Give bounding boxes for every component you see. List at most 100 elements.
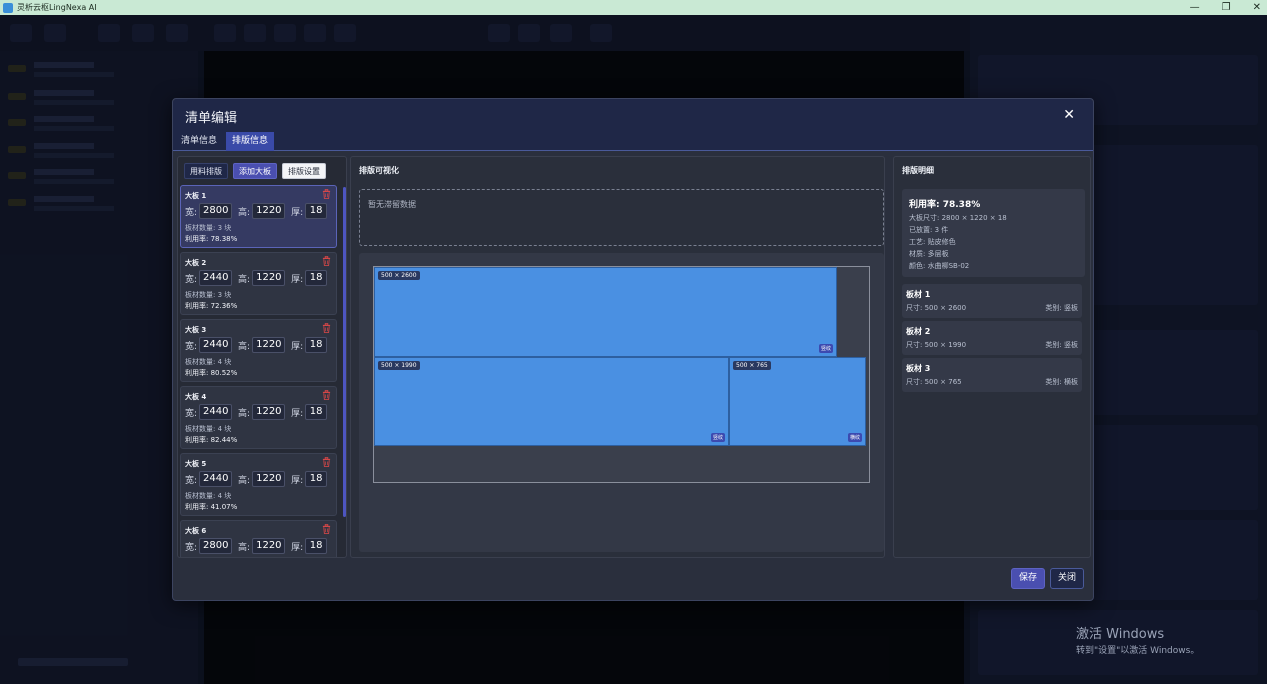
list-edit-dialog: 清单编辑 ✕ 清单信息 排版信息 用料排版 添加大板 排版设置 大板 1 宽: 28… (172, 98, 1094, 601)
trash-icon[interactable] (322, 323, 331, 333)
slab-card[interactable]: 大板 1 宽: 2800 高: 1220 厚: 18 板材数量: 3 块利用率: 78.38% (180, 185, 337, 248)
empty-hint: 暂无滞留数据 (368, 200, 416, 209)
slab-name: 大板 6 (185, 527, 207, 535)
width-label: 宽: (185, 475, 198, 486)
height-label: 高: (238, 542, 251, 553)
slab-utilization: 利用率: 78.38% (185, 235, 238, 243)
slab-dimensions: 宽: 2440 高: 1220 厚: 18 (185, 404, 328, 420)
thickness-label: 厚: (291, 341, 304, 352)
pending-drop-zone[interactable]: 暂无滞留数据 (359, 189, 884, 246)
summary-line: 材质: 多层板 (909, 250, 949, 258)
width-input[interactable]: 2440 (199, 270, 233, 286)
add-slab-button[interactable]: 添加大板 (233, 163, 277, 179)
summary-line: 已放置: 3 件 (909, 226, 949, 234)
slab-list: 大板 1 宽: 2800 高: 1220 厚: 18 板材数量: 3 块利用率: 78.38%… (180, 185, 338, 557)
close-icon[interactable]: ✕ (1063, 107, 1075, 123)
slab-card[interactable]: 大板 3 宽: 2440 高: 1220 厚: 18 板材数量: 4 块利用率: 80.52% (180, 319, 337, 382)
slab-dimensions: 宽: 2440 高: 1220 厚: 18 (185, 337, 328, 353)
piece-name: 板材 2 (906, 327, 931, 336)
height-input[interactable]: 1220 (252, 471, 286, 487)
trash-icon[interactable] (322, 457, 331, 467)
tab-layout-info[interactable]: 排版信息 (226, 132, 275, 151)
windows-activation-watermark: 激活 Windows 转到"设置"以激活 Windows。 (1076, 623, 1199, 656)
minimize-icon[interactable]: — (1190, 2, 1200, 13)
summary-line: 颜色: 水曲柳SB-02 (909, 262, 970, 270)
slab-utilization: 利用率: 72.36% (185, 302, 238, 310)
layout-visualization-panel: 排版可视化 暂无滞留数据 500 × 2600 竖纹 500 × 1990 竖纹… (350, 156, 885, 558)
height-label: 高: (238, 207, 251, 218)
piece-detail-item[interactable]: 板材 1 尺寸: 500 × 2600 类别: 竖板 (902, 284, 1082, 318)
dialog-tabs: 清单信息 排版信息 (173, 130, 1093, 151)
trash-icon[interactable] (322, 390, 331, 400)
slab-name: 大板 1 (185, 192, 207, 200)
width-input[interactable]: 2800 (199, 538, 233, 554)
visualization-area: 500 × 2600 竖纹 500 × 1990 竖纹 500 × 765 横纹 (359, 253, 884, 552)
piece-detail-item[interactable]: 板材 3 尺寸: 500 × 765 类别: 横板 (902, 358, 1082, 392)
save-button[interactable]: 保存 (1011, 568, 1046, 589)
close-window-icon[interactable]: ✕ (1253, 2, 1261, 13)
height-label: 高: (238, 274, 251, 285)
layout-settings-button[interactable]: 排版设置 (282, 163, 326, 179)
width-label: 宽: (185, 274, 198, 285)
width-input[interactable]: 2440 (199, 404, 233, 420)
slab-sheet: 500 × 2600 竖纹 500 × 1990 竖纹 500 × 765 横纹 (373, 266, 870, 483)
height-label: 高: (238, 341, 251, 352)
window-titlebar: 灵析云枢LingNexa AI — ❐ ✕ (0, 0, 1267, 15)
watermark-line1: 激活 Windows (1076, 627, 1165, 642)
slab-dimensions: 宽: 2440 高: 1220 厚: 18 (185, 471, 328, 487)
height-input[interactable]: 1220 (252, 337, 286, 353)
placed-piece[interactable]: 500 × 1990 竖纹 (374, 357, 729, 446)
window-controls: — ❐ ✕ (1190, 0, 1261, 15)
restore-icon[interactable]: ❐ (1222, 2, 1231, 13)
slab-dimensions: 宽: 2800 高: 1220 厚: 18 (185, 538, 328, 554)
thickness-input[interactable]: 18 (305, 337, 328, 353)
slab-piece-count: 板材数量: 4 块 (185, 358, 232, 366)
width-input[interactable]: 2800 (199, 203, 233, 219)
slab-utilization: 利用率: 41.07% (185, 503, 238, 511)
slab-list-panel: 用料排版 添加大板 排版设置 大板 1 宽: 2800 高: 1220 厚: 18 板材数量:… (177, 156, 347, 558)
layout-summary: 利用率: 78.38% 大板尺寸: 2800 × 1220 × 18 已放置: … (902, 189, 1085, 277)
use-material-layout-button[interactable]: 用料排版 (184, 163, 228, 179)
slab-card[interactable]: 大板 6 宽: 2800 高: 1220 厚: 18 (180, 520, 337, 557)
height-input[interactable]: 1220 (252, 270, 286, 286)
thickness-label: 厚: (291, 408, 304, 419)
trash-icon[interactable] (322, 524, 331, 534)
piece-size: 尺寸: 500 × 2600 (906, 304, 967, 312)
width-input[interactable]: 2440 (199, 471, 233, 487)
slab-piece-count: 板材数量: 4 块 (185, 492, 232, 500)
width-label: 宽: (185, 542, 198, 553)
piece-size-label: 500 × 1990 (378, 361, 420, 370)
slab-name: 大板 4 (185, 393, 207, 401)
height-label: 高: (238, 475, 251, 486)
thickness-input[interactable]: 18 (305, 270, 328, 286)
thickness-input[interactable]: 18 (305, 471, 328, 487)
thickness-input[interactable]: 18 (305, 404, 328, 420)
slab-list-scrollbar[interactable] (343, 187, 346, 517)
watermark-line2: 转到"设置"以激活 Windows。 (1076, 646, 1200, 656)
slab-card[interactable]: 大板 2 宽: 2440 高: 1220 厚: 18 板材数量: 3 块利用率: 72.36% (180, 252, 337, 315)
trash-icon[interactable] (322, 256, 331, 266)
piece-category: 类别: 横板 (1045, 378, 1078, 386)
width-input[interactable]: 2440 (199, 337, 233, 353)
thickness-input[interactable]: 18 (305, 538, 328, 554)
height-input[interactable]: 1220 (252, 404, 286, 420)
trash-icon[interactable] (322, 189, 331, 199)
width-label: 宽: (185, 207, 198, 218)
thickness-input[interactable]: 18 (305, 203, 328, 219)
piece-name: 板材 3 (906, 364, 931, 373)
slab-card[interactable]: 大板 4 宽: 2440 高: 1220 厚: 18 板材数量: 4 块利用率: 82.44% (180, 386, 337, 449)
height-input[interactable]: 1220 (252, 203, 286, 219)
placed-piece[interactable]: 500 × 765 横纹 (729, 357, 866, 446)
tab-list-info[interactable]: 清单信息 (175, 132, 223, 151)
slab-dimensions: 宽: 2800 高: 1220 厚: 18 (185, 203, 328, 219)
dialog-title: 清单编辑 (185, 111, 238, 126)
thickness-label: 厚: (291, 542, 304, 553)
piece-detail-item[interactable]: 板材 2 尺寸: 500 × 1990 类别: 竖板 (902, 321, 1082, 355)
close-button[interactable]: 关闭 (1050, 568, 1085, 589)
piece-size-label: 500 × 765 (733, 361, 771, 370)
thickness-label: 厚: (291, 475, 304, 486)
height-input[interactable]: 1220 (252, 538, 286, 554)
slab-card[interactable]: 大板 5 宽: 2440 高: 1220 厚: 18 板材数量: 4 块利用率: 41.07% (180, 453, 337, 516)
placed-piece[interactable]: 500 × 2600 竖纹 (374, 267, 837, 357)
width-label: 宽: (185, 408, 198, 419)
